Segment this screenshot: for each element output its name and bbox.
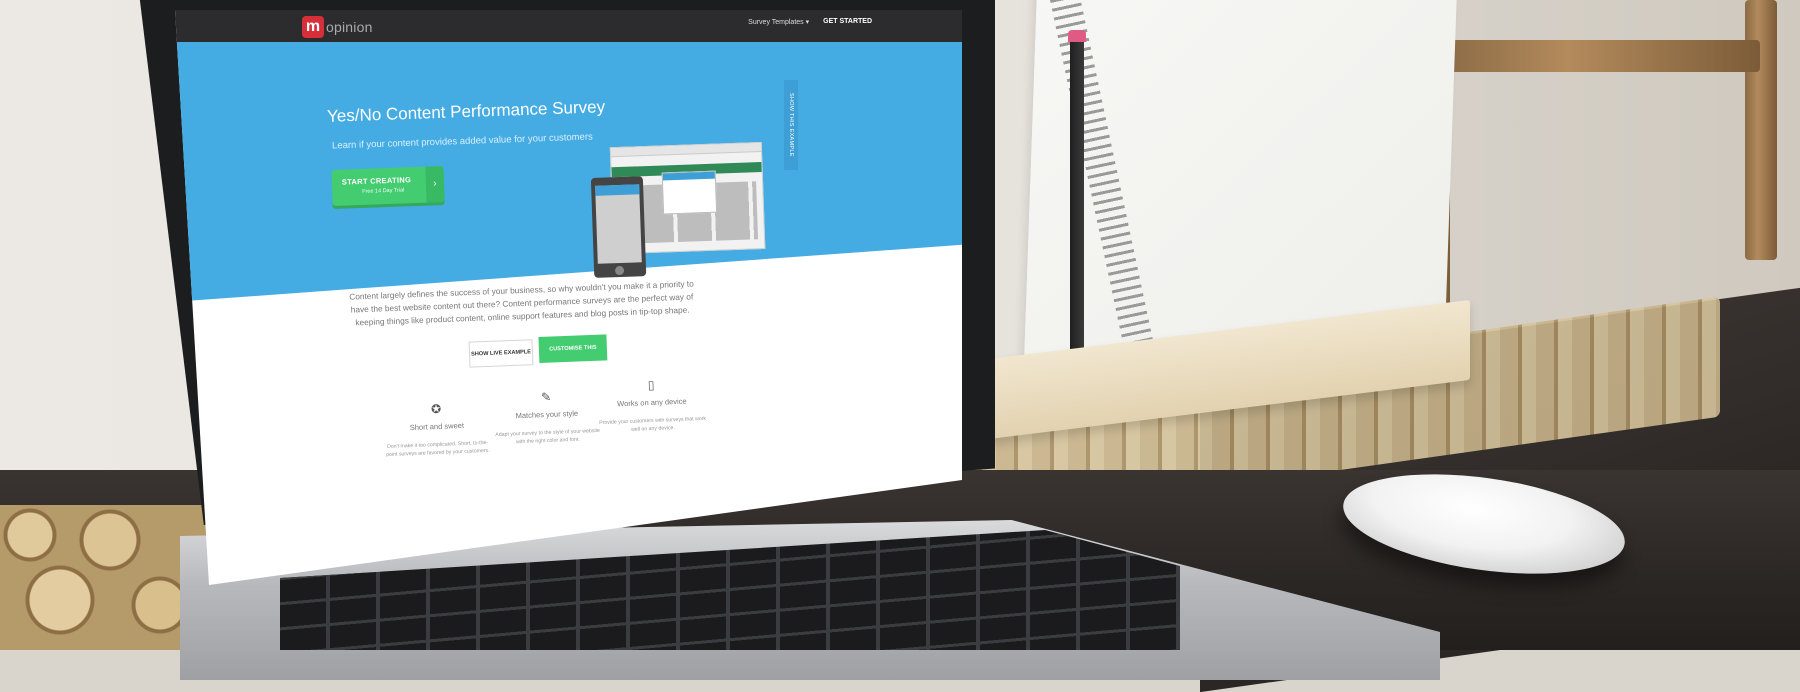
- customise-survey-button[interactable]: CUSTOMISE THIS SURVEY: [538, 334, 608, 378]
- pencil-icon: ✎: [540, 389, 552, 405]
- device-illustration: [590, 142, 766, 278]
- phone-mockup: [590, 176, 647, 278]
- cta-sublabel: Free 14 Day Trial: [362, 187, 405, 195]
- nav-get-started[interactable]: GET STARTED: [823, 18, 872, 26]
- nav-survey-templates[interactable]: Survey Templates ▾: [748, 18, 809, 26]
- show-live-example-button[interactable]: SHOW LIVE EXAMPLE: [468, 339, 534, 368]
- feature-desc: Don't make it too complicated. Short, to…: [386, 439, 490, 459]
- feature-desc: Provide your customers with surveys that…: [599, 415, 707, 433]
- site-header: m opinion Survey Templates ▾ GET STARTED: [175, 10, 962, 42]
- start-creating-button[interactable]: START CREATING Free 14 Day Trial ›: [331, 166, 445, 206]
- site-logo[interactable]: m opinion: [302, 16, 373, 38]
- chair-leg: [1745, 0, 1777, 260]
- feature-any-device: ▯ Works on any device Provide your custo…: [596, 376, 708, 435]
- logo-text: opinion: [326, 19, 373, 35]
- site-nav: Survey Templates ▾ GET STARTED: [748, 18, 872, 26]
- pencil: [1070, 30, 1084, 370]
- feature-desc: Adapt your survey to the style of your w…: [495, 427, 601, 446]
- show-example-tab[interactable]: SHOW THIS EXAMPLE: [784, 80, 798, 170]
- feature-title: Works on any device: [616, 396, 687, 409]
- feature-short-and-sweet: ✪ Short and sweet Don't make it too comp…: [381, 400, 493, 459]
- hero-section: [175, 42, 962, 302]
- feature-title: Matches your style: [515, 408, 579, 421]
- cta-label: START CREATING: [341, 175, 412, 187]
- intro-buttons: SHOW LIVE EXAMPLE CUSTOMISE THIS SURVEY: [468, 334, 608, 378]
- pencil-eraser: [1068, 30, 1086, 42]
- feature-title: Short and sweet: [409, 420, 465, 433]
- feature-matches-style: ✎ Matches your style Adapt your survey t…: [491, 388, 603, 447]
- award-icon: ✪: [430, 401, 442, 417]
- wood-log-slices: [0, 505, 210, 650]
- chair-rail: [1440, 40, 1760, 72]
- mobile-icon: ▯: [647, 377, 655, 393]
- logo-mark: m: [302, 16, 324, 38]
- chevron-right-icon: ›: [425, 166, 445, 203]
